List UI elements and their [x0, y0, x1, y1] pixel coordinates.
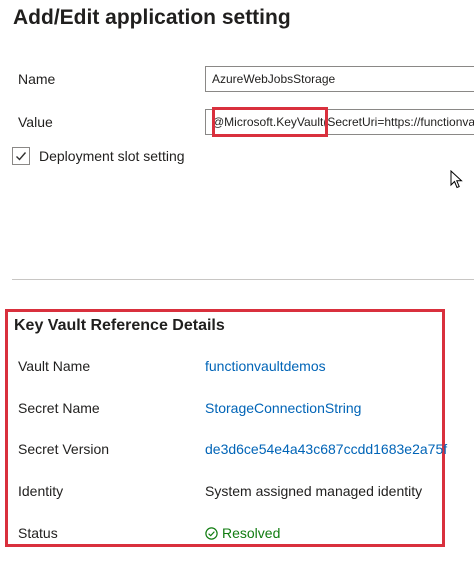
keyvault-details-highlight: [5, 309, 445, 547]
secret-name-label: Secret Name: [18, 400, 100, 416]
vault-name-link[interactable]: functionvaultdemos: [205, 358, 326, 374]
check-circle-icon: [205, 526, 218, 540]
mouse-pointer-icon: [450, 170, 463, 189]
name-label: Name: [18, 71, 56, 87]
value-input[interactable]: [205, 109, 474, 135]
value-label: Value: [18, 114, 53, 130]
deployment-slot-setting[interactable]: Deployment slot setting: [12, 147, 185, 165]
status-value: Resolved: [205, 525, 280, 541]
identity-value: System assigned managed identity: [205, 483, 423, 499]
status-label: Status: [18, 525, 58, 541]
identity-label: Identity: [18, 483, 64, 499]
status-text: Resolved: [222, 525, 281, 541]
vault-name-label: Vault Name: [18, 358, 91, 374]
secret-name-link[interactable]: StorageConnectionString: [205, 400, 361, 416]
deployment-slot-label: Deployment slot setting: [39, 148, 185, 164]
name-input[interactable]: [205, 66, 474, 92]
secret-version-link[interactable]: de3d6ce54e4a43c687ccdd1683e2a75f: [205, 441, 447, 457]
page-title: Add/Edit application setting: [13, 6, 291, 29]
checkmark-icon: [16, 152, 27, 161]
deployment-slot-checkbox[interactable]: [12, 147, 30, 165]
keyvault-details-title: Key Vault Reference Details: [14, 317, 225, 334]
secret-version-label: Secret Version: [18, 441, 110, 457]
section-divider: [12, 279, 474, 280]
